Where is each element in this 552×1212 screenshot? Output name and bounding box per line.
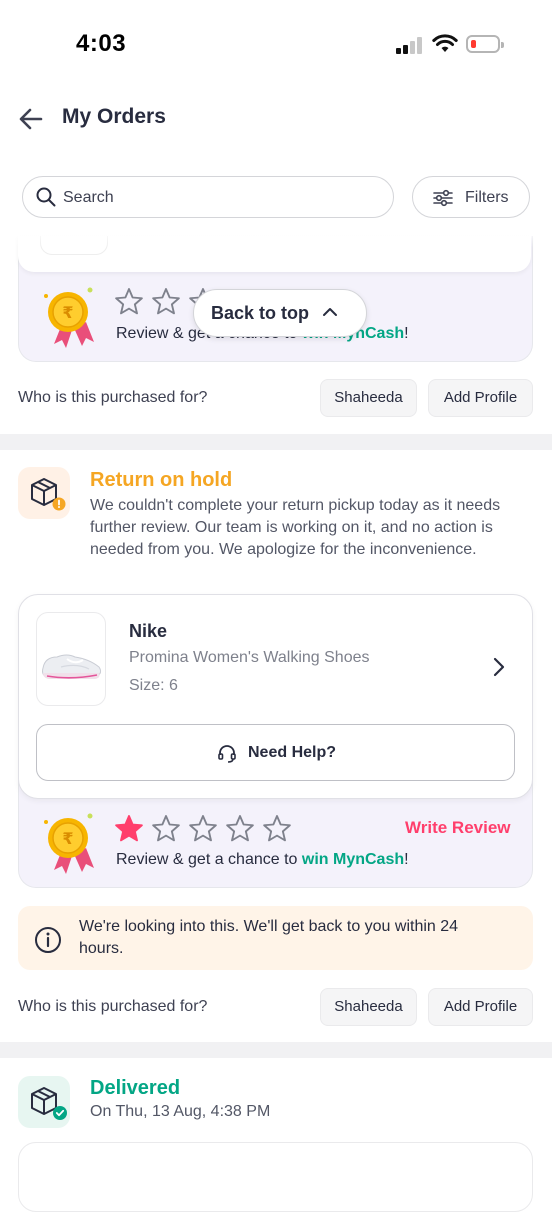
star-icon[interactable] [151,814,181,843]
cellular-signal-icon [396,36,424,54]
scroll-fade [0,228,552,248]
review-promo-text-2: Review & get a chance to win MynCash! [116,851,409,868]
info-banner-text: We're looking into this. We'll get back … [79,918,459,957]
star-icon[interactable] [262,814,292,843]
svg-text:₹: ₹ [62,829,73,848]
section-divider [0,434,552,450]
chevron-up-icon [323,308,337,316]
star-icon[interactable] [151,287,181,316]
product-card-3[interactable] [18,1142,533,1212]
filters-label: Filters [465,189,509,206]
purchased-for-label-1: Who is this purchased for? [18,389,208,406]
wifi-icon [432,34,458,52]
back-to-top-label: Back to top [211,303,310,323]
package-check-icon [31,1087,67,1120]
battery-icon [466,35,504,53]
product-brand: Nike [129,621,168,641]
svg-text:₹: ₹ [62,303,73,322]
search-icon [36,187,56,207]
shoe-image [42,654,102,679]
status-time: 4:03 [76,30,127,57]
star-filled-icon[interactable] [114,814,144,843]
add-profile-button-1[interactable]: Add Profile [428,379,533,417]
delivered-date: On Thu, 13 Aug, 4:38 PM [90,1103,271,1120]
info-banner: We're looking into this. We'll get back … [18,906,533,970]
chevron-right-icon[interactable] [492,657,506,677]
myncash-medal-icon: ₹ [44,287,94,348]
profile-chip-shaheeda-1[interactable]: Shaheeda [320,379,417,417]
section-divider [0,1042,552,1058]
headset-icon [218,745,236,763]
order-status-return-on-hold: Return on hold [90,469,233,491]
product-size: Size: 6 [129,677,178,694]
info-icon [35,927,61,953]
order-status-delivered: Delivered [90,1077,181,1099]
back-arrow-icon[interactable] [18,106,44,132]
sliders-icon [433,189,453,207]
delivered-status-icon-box [18,1076,70,1128]
product-name: Promina Women's Walking Shoes [129,649,370,666]
return-status-icon-box [18,467,70,519]
package-warning-icon [31,478,66,511]
filters-button[interactable]: Filters [412,176,530,218]
return-status-description: We couldn't complete your return pickup … [90,497,501,558]
rating-stars-2[interactable] [114,814,292,843]
add-profile-button-2[interactable]: Add Profile [428,988,533,1026]
star-icon[interactable] [114,287,144,316]
product-image-shoe [36,612,106,706]
purchased-for-label-2: Who is this purchased for? [18,998,208,1015]
search-placeholder: Search [63,189,114,206]
need-help-button[interactable]: Need Help? [36,724,515,781]
back-to-top-button[interactable]: Back to top [193,289,367,337]
write-review-link[interactable]: Write Review [405,818,511,838]
need-help-label: Need Help? [248,744,337,761]
star-icon[interactable] [225,814,255,843]
profile-chip-shaheeda-2[interactable]: Shaheeda [320,988,417,1026]
page-title: My Orders [62,105,166,128]
myncash-medal-icon: ₹ [44,813,94,874]
search-input[interactable]: Search [22,176,394,218]
star-icon[interactable] [188,814,218,843]
